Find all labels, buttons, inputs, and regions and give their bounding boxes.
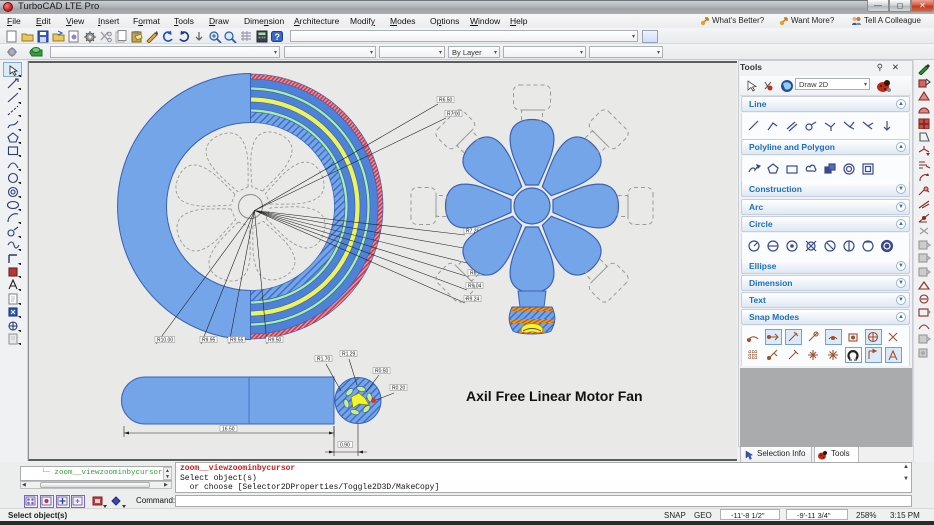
svg-text:R1.70: R1.70	[317, 357, 331, 363]
svg-text:R0.20: R0.20	[392, 386, 406, 392]
svg-text:R9.95: R9.95	[202, 338, 216, 344]
svg-text:R0.50: R0.50	[375, 369, 389, 375]
svg-text:0.90: 0.90	[340, 443, 350, 449]
svg-text:R10.00: R10.00	[157, 338, 173, 344]
svg-text:16.50: 16.50	[222, 427, 235, 433]
svg-text:?: ?	[275, 32, 281, 42]
svg-text:R1.29: R1.29	[342, 352, 356, 358]
svg-text:R9.55: R9.55	[230, 338, 244, 344]
svg-text:Axil Free Linear Motor Fan: Axil Free Linear Motor Fan	[466, 388, 643, 404]
svg-text:R9.24: R9.24	[466, 297, 480, 303]
svg-text:R9.50: R9.50	[268, 338, 282, 344]
svg-text:R6.50: R6.50	[439, 98, 453, 104]
